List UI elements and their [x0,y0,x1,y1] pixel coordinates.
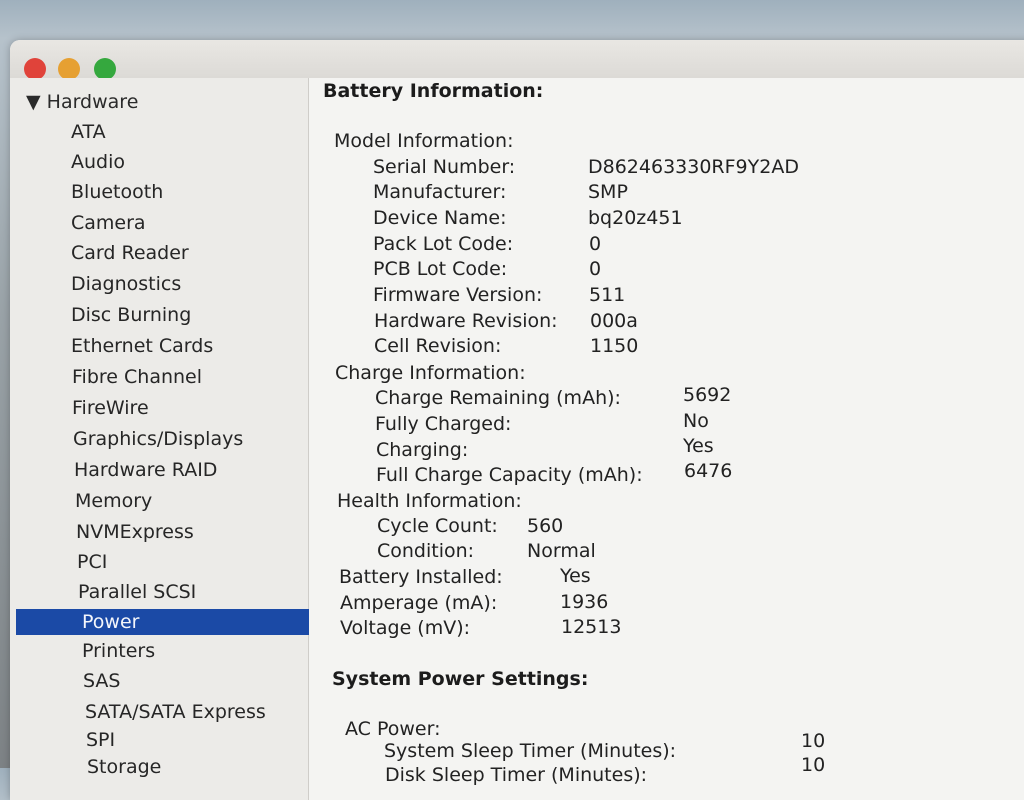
field-label: PCB Lot Code: [373,258,508,280]
field-value: 12513 [561,616,622,638]
sidebar-item-ata[interactable]: ATA [71,121,106,143]
sidebar-item-storage[interactable]: Storage [87,756,161,778]
sidebar-item-memory[interactable]: Memory [75,490,152,512]
field-label: Voltage (mV): [340,617,471,639]
sidebar-item-audio[interactable]: Audio [71,151,125,173]
sidebar-item-disc-burning[interactable]: Disc Burning [71,304,191,326]
field-label: System Sleep Timer (Minutes): [384,740,677,762]
sidebar-item-card-reader[interactable]: Card Reader [71,242,189,264]
sidebar-item-firewire[interactable]: FireWire [72,397,149,419]
field-label: Device Name: [373,207,507,229]
field-label: Battery Installed: [339,566,503,588]
system-information-window: ▼ Hardware ATA Audio Bluetooth Camera Ca… [10,40,1024,800]
field-label: Pack Lot Code: [373,233,514,255]
field-value: 10 [801,754,826,776]
ac-power-heading: AC Power: [345,718,441,740]
field-label: Hardware Revision: [374,310,558,332]
sidebar-item-sata-express[interactable]: SATA/SATA Express [85,701,266,723]
field-value: 511 [589,284,626,306]
sidebar-item-camera[interactable]: Camera [71,212,146,234]
minimize-button[interactable] [58,58,80,80]
battery-info-title: Battery Information: [323,80,544,102]
sidebar: ▼ Hardware ATA Audio Bluetooth Camera Ca… [10,78,316,800]
field-value: 0 [589,258,602,280]
field-value: 560 [527,515,564,537]
sidebar-item-fibre-channel[interactable]: Fibre Channel [72,366,202,388]
field-value: Yes [560,565,591,587]
field-label: Serial Number: [373,156,516,178]
charge-info-heading: Charge Information: [335,362,526,384]
field-value: 0 [589,233,602,255]
field-value: No [683,410,709,432]
field-value: D862463330RF9Y2AD [588,156,799,178]
field-label: Full Charge Capacity (mAh): [376,464,643,486]
field-label: Amperage (mA): [340,592,498,614]
model-info-heading: Model Information: [334,130,514,152]
sidebar-item-hardware-raid[interactable]: Hardware RAID [74,459,217,481]
system-power-settings-title: System Power Settings: [332,668,589,690]
sidebar-item-spi[interactable]: SPI [86,729,115,751]
close-button[interactable] [24,58,46,80]
field-label: Firmware Version: [373,284,543,306]
sidebar-item-power[interactable]: Power [16,609,316,635]
field-label: Cell Revision: [374,335,502,357]
health-info-heading: Health Information: [337,490,522,512]
sidebar-item-sas[interactable]: SAS [83,670,120,692]
field-value: 10 [801,730,826,752]
sidebar-item-diagnostics[interactable]: Diagnostics [71,273,181,295]
field-label: Charging: [376,439,469,461]
sidebar-item-printers[interactable]: Printers [82,640,155,662]
field-value: Normal [527,540,596,562]
field-value: bq20z451 [588,207,683,229]
field-label: Fully Charged: [375,413,512,435]
sidebar-item-parallel-scsi[interactable]: Parallel SCSI [78,581,196,603]
field-label: Charge Remaining (mAh): [375,387,621,409]
field-value: SMP [588,181,628,203]
field-label: Condition: [377,540,475,562]
field-label: Disk Sleep Timer (Minutes): [385,764,648,786]
field-value: 6476 [684,460,733,482]
sidebar-item-pci[interactable]: PCI [77,551,107,573]
sidebar-item-bluetooth[interactable]: Bluetooth [71,181,163,203]
title-bar [10,40,1024,80]
field-value: Yes [683,435,714,457]
field-value: 5692 [683,384,732,406]
field-label: Cycle Count: [377,515,498,537]
field-label: Manufacturer: [373,181,507,203]
field-value: 000a [590,310,638,332]
field-value: 1936 [560,591,609,613]
zoom-button[interactable] [94,58,116,80]
sidebar-group-hardware[interactable]: ▼ Hardware [26,91,138,113]
field-value: 1150 [590,335,639,357]
detail-pane: Battery Information: Model Information: … [309,78,1024,800]
sidebar-item-graphics-displays[interactable]: Graphics/Displays [73,428,243,450]
sidebar-item-nvmexpress[interactable]: NVMExpress [76,521,194,543]
sidebar-item-ethernet-cards[interactable]: Ethernet Cards [71,335,213,357]
